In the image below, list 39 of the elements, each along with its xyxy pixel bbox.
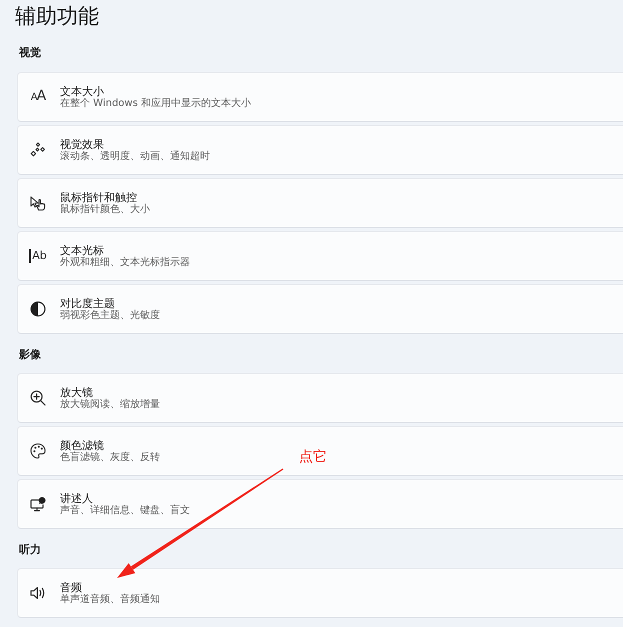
item-description: 弱视彩色主题、光敏度	[60, 310, 160, 322]
item-title: 鼠标指针和触控	[60, 190, 137, 204]
zoom-in-icon	[30, 390, 46, 406]
annotation-label: 点它	[299, 449, 327, 466]
item-description: 声音、详细信息、键盘、盲文	[60, 504, 190, 516]
section-heading: 听力	[19, 542, 41, 558]
item-description: 鼠标指针颜色、大小	[60, 204, 150, 216]
palette-icon	[30, 443, 46, 459]
item-description: 滚动条、透明度、动画、通知超时	[60, 150, 210, 162]
settings-item[interactable]: 鼠标指针和触控 鼠标指针颜色、大小	[17, 178, 623, 228]
settings-item[interactable]: 对比度主题 弱视彩色主题、光敏度	[17, 284, 623, 334]
sparkle-icon	[30, 142, 46, 158]
settings-item[interactable]: AA 文本大小 在整个 Windows 和应用中显示的文本大小	[17, 72, 623, 122]
item-title: 文本光标	[60, 244, 104, 256]
contrast-icon	[30, 301, 46, 317]
item-description: 色盲滤镜、灰度、反转	[60, 452, 160, 464]
settings-item[interactable]: 放大镜 放大镜阅读、缩放增量	[17, 373, 623, 423]
settings-item[interactable]: 音频 单声道音频、音频通知	[17, 568, 623, 618]
item-title: 音频	[60, 580, 82, 594]
item-title: 讲述人	[60, 492, 93, 504]
settings-item[interactable]: 讲述人 声音、详细信息、键盘、盲文	[17, 479, 623, 529]
monitor-speech-icon	[30, 496, 46, 512]
speaker-icon	[30, 585, 46, 601]
section-heading: 视觉	[19, 45, 41, 61]
item-title: 对比度主题	[60, 296, 115, 310]
settings-item[interactable]: Ab 文本光标 外观和粗细、文本光标指示器	[17, 231, 623, 281]
item-title: 颜色滤镜	[60, 438, 104, 452]
item-title: 文本大小	[60, 84, 104, 98]
text-size-icon: AA	[30, 89, 46, 105]
pointer-hand-icon	[30, 195, 46, 211]
page-title: 辅助功能	[15, 3, 99, 30]
item-title: 视觉效果	[60, 138, 104, 150]
item-description: 在整个 Windows 和应用中显示的文本大小	[60, 98, 251, 110]
item-description: 外观和粗细、文本光标指示器	[60, 256, 190, 268]
settings-item[interactable]: 视觉效果 滚动条、透明度、动画、通知超时	[17, 125, 623, 175]
section-heading: 影像	[19, 347, 41, 363]
item-description: 单声道音频、音频通知	[60, 594, 160, 606]
item-title: 放大镜	[60, 386, 93, 398]
item-description: 放大镜阅读、缩放增量	[60, 398, 160, 410]
